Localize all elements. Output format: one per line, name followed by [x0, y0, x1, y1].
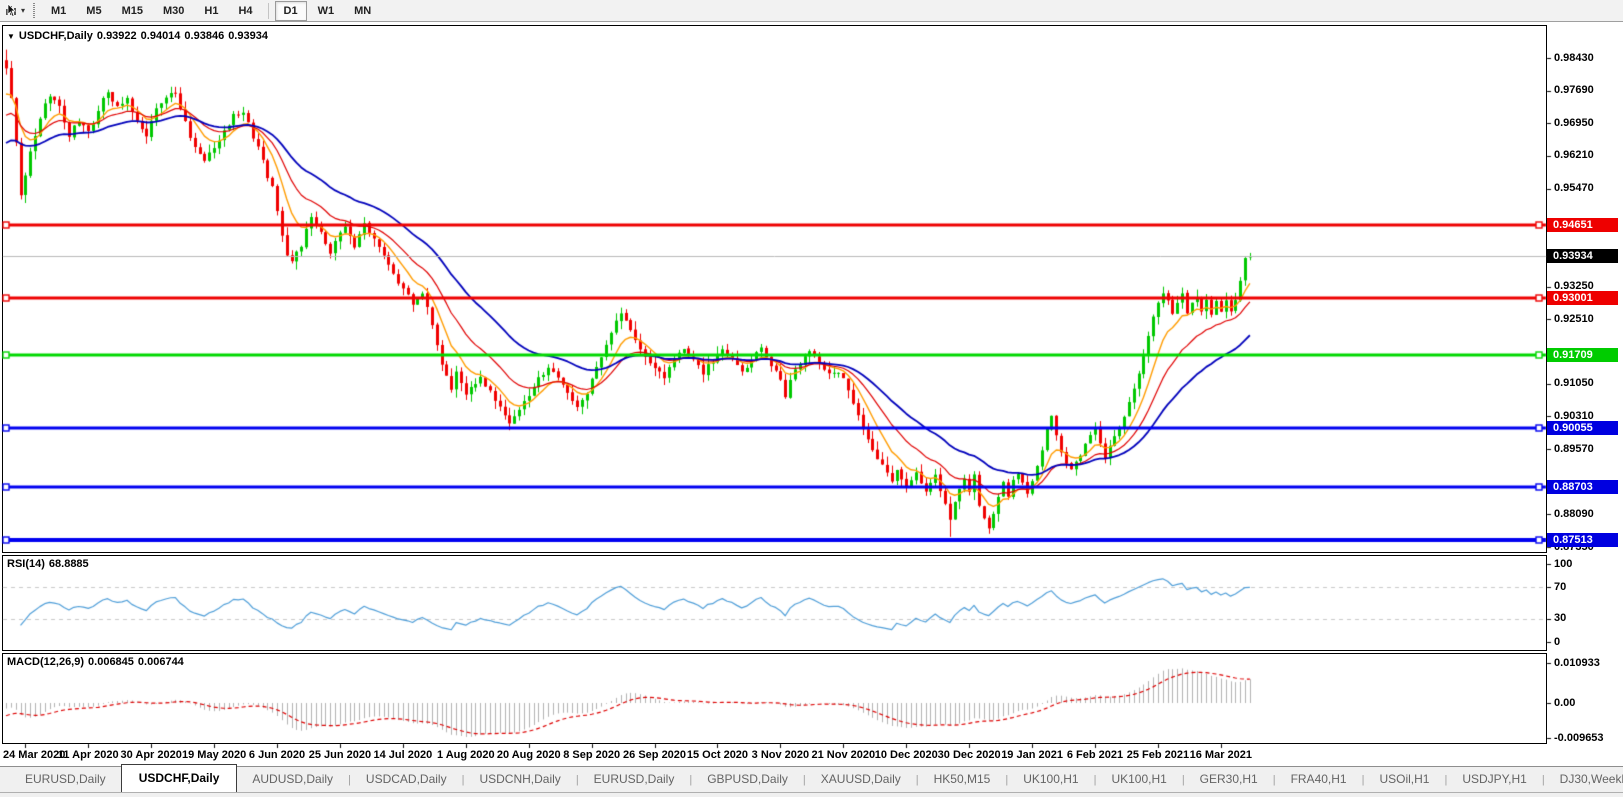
- chevron-down-icon[interactable]: ▾: [21, 6, 25, 15]
- crosshair-tool-button[interactable]: ▾: [0, 3, 28, 18]
- date-label: 16 Mar 2021: [1190, 749, 1252, 761]
- crosshair-chart-icon: [4, 3, 19, 18]
- price-tick-label: 0.96950: [1554, 117, 1594, 129]
- date-label: 19 May 2020: [182, 749, 246, 761]
- timeframe-button-m30[interactable]: M30: [154, 1, 193, 21]
- tab-usdcnh-daily[interactable]: USDCNH,Daily: [464, 768, 575, 792]
- price-axis: 0.984300.976900.969500.962100.954700.932…: [1547, 0, 1623, 797]
- date-label: 30 Dec 2020: [938, 749, 1001, 761]
- timeframe-button-d1[interactable]: D1: [275, 1, 307, 21]
- macd-signal-value: 0.006744: [138, 656, 184, 668]
- date-label: 21 Nov 2020: [812, 749, 876, 761]
- rsi-name: RSI(14): [7, 558, 45, 570]
- ohlc-low: 0.93846: [184, 30, 224, 42]
- price-level-badge: 0.90055: [1547, 421, 1618, 435]
- macd-tick-label: 0.010933: [1554, 657, 1600, 669]
- tab-dj30-weekly[interactable]: DJ30,Weekly: [1545, 768, 1623, 792]
- current-price-badge: 0.93934: [1547, 249, 1618, 263]
- date-label: 26 Sep 2020: [623, 749, 686, 761]
- tab-gbpusd-daily[interactable]: GBPUSD,Daily: [692, 768, 803, 792]
- tab-xauusd-daily[interactable]: XAUUSD,Daily: [806, 768, 916, 792]
- tab-audusd-daily[interactable]: AUDUSD,Daily: [237, 768, 348, 792]
- rsi-label: RSI(14) 68.8885: [7, 558, 93, 570]
- tab-eurusd-daily[interactable]: EURUSD,Daily: [579, 768, 690, 792]
- date-label: 6 Jun 2020: [249, 749, 305, 761]
- date-label: 25 Jun 2020: [309, 749, 371, 761]
- chart-title: ▼ USDCHF,Daily 0.93922 0.940140.93846 0.9393…: [7, 30, 272, 42]
- price-tick-label: 0.95470: [1554, 182, 1594, 194]
- tab-usdcad-daily[interactable]: USDCAD,Daily: [351, 768, 462, 792]
- date-label: 14 Jul 2020: [374, 749, 433, 761]
- chart-dropdown-icon[interactable]: ▼: [7, 32, 15, 41]
- date-label: 30 Apr 2020: [121, 749, 182, 761]
- timeframe-button-m5[interactable]: M5: [77, 1, 110, 21]
- date-label: 24 Mar 2020: [3, 749, 65, 761]
- price-chart-panel[interactable]: [2, 25, 1547, 553]
- rsi-tick-label: 0: [1554, 636, 1560, 648]
- price-level-badge: 0.94651: [1547, 218, 1618, 232]
- rsi-tick-label: 100: [1554, 558, 1572, 570]
- tab-hk50-m15[interactable]: HK50,M15: [919, 768, 1006, 792]
- tab-uk100-h1[interactable]: UK100,H1: [1008, 768, 1093, 792]
- timeframe-toolbar: ▾ M1M5M15M30H1H4 D1W1MN: [0, 0, 1623, 22]
- date-label: 1 Aug 2020: [437, 749, 495, 761]
- price-tick-label: 0.88090: [1554, 508, 1594, 520]
- price-level-badge: 0.87513: [1547, 533, 1618, 547]
- price-tick-label: 0.97690: [1554, 84, 1594, 96]
- price-tick-label: 0.96210: [1554, 149, 1594, 161]
- rsi-tick-label: 30: [1554, 612, 1566, 624]
- tab-fra40-h1[interactable]: FRA40,H1: [1276, 768, 1362, 792]
- timeframe-buttons: M1M5M15M30H1H4 D1W1MN: [41, 1, 381, 21]
- timeframe-button-m15[interactable]: M15: [113, 1, 152, 21]
- timeframe-button-m1[interactable]: M1: [42, 1, 75, 21]
- tab-eurusd-daily[interactable]: EURUSD,Daily: [10, 768, 121, 792]
- ohlc-open: 0.93922: [97, 30, 137, 42]
- date-label: 10 Dec 2020: [875, 749, 938, 761]
- date-label: 6 Feb 2021: [1067, 749, 1123, 761]
- ohlc-close: 0.93934: [228, 30, 268, 42]
- timeframe-button-w1[interactable]: W1: [309, 1, 344, 21]
- timeframe-button-mn[interactable]: MN: [345, 1, 380, 21]
- date-label: 25 Feb 2021: [1127, 749, 1189, 761]
- trading-platform-window: ▾ M1M5M15M30H1H4 D1W1MN ▼ USDCHF,Daily 0.93…: [0, 0, 1623, 797]
- chart-tab-bar: EURUSD,DailyUSDCHF,DailyAUDUSD,Daily|USD…: [0, 766, 1623, 792]
- date-label: 19 Jan 2021: [1001, 749, 1063, 761]
- toolbar-separator: [268, 3, 269, 19]
- tab-usoil-h1[interactable]: USOil,H1: [1364, 768, 1444, 792]
- date-label: 11 Apr 2020: [58, 749, 119, 761]
- rsi-indicator-panel[interactable]: [2, 555, 1547, 651]
- timeframe-button-h1[interactable]: H1: [195, 1, 227, 21]
- price-tick-label: 0.89570: [1554, 443, 1594, 455]
- timeframe-button-h4[interactable]: H4: [229, 1, 261, 21]
- ohlc-high: 0.94014: [141, 30, 181, 42]
- macd-indicator-panel[interactable]: [2, 653, 1547, 744]
- tab-ger30-h1[interactable]: GER30,H1: [1185, 768, 1273, 792]
- macd-name: MACD(12,26,9): [7, 656, 84, 668]
- date-label: 20 Aug 2020: [497, 749, 561, 761]
- date-label: 8 Sep 2020: [563, 749, 620, 761]
- price-tick-label: 0.98430: [1554, 52, 1594, 64]
- macd-tick-label: 0.00: [1554, 697, 1575, 709]
- bottom-strip: [0, 792, 1623, 797]
- macd-label: MACD(12,26,9) 0.006845 0.006744: [7, 656, 188, 668]
- toolbar-grip-handle[interactable]: [33, 3, 35, 18]
- date-axis: 24 Mar 202011 Apr 202030 Apr 202019 May …: [0, 744, 1623, 766]
- macd-value: 0.006845: [88, 656, 134, 668]
- tab-uk100-h1[interactable]: UK100,H1: [1096, 768, 1181, 792]
- macd-tick-label: -0.009653: [1554, 732, 1604, 744]
- price-tick-label: 0.92510: [1554, 313, 1594, 325]
- date-label: 15 Oct 2020: [687, 749, 748, 761]
- price-tick-label: 0.91050: [1554, 377, 1594, 389]
- price-level-badge: 0.93001: [1547, 291, 1618, 305]
- price-level-badge: 0.91709: [1547, 348, 1618, 362]
- rsi-tick-label: 70: [1554, 581, 1566, 593]
- chart-symbol: USDCHF,Daily: [19, 30, 93, 42]
- price-level-badge: 0.88703: [1547, 480, 1618, 494]
- tab-usdjpy-h1[interactable]: USDJPY,H1: [1447, 768, 1541, 792]
- rsi-value: 68.8885: [49, 558, 89, 570]
- tab-usdchf-daily[interactable]: USDCHF,Daily: [121, 764, 238, 792]
- date-label: 3 Nov 2020: [752, 749, 809, 761]
